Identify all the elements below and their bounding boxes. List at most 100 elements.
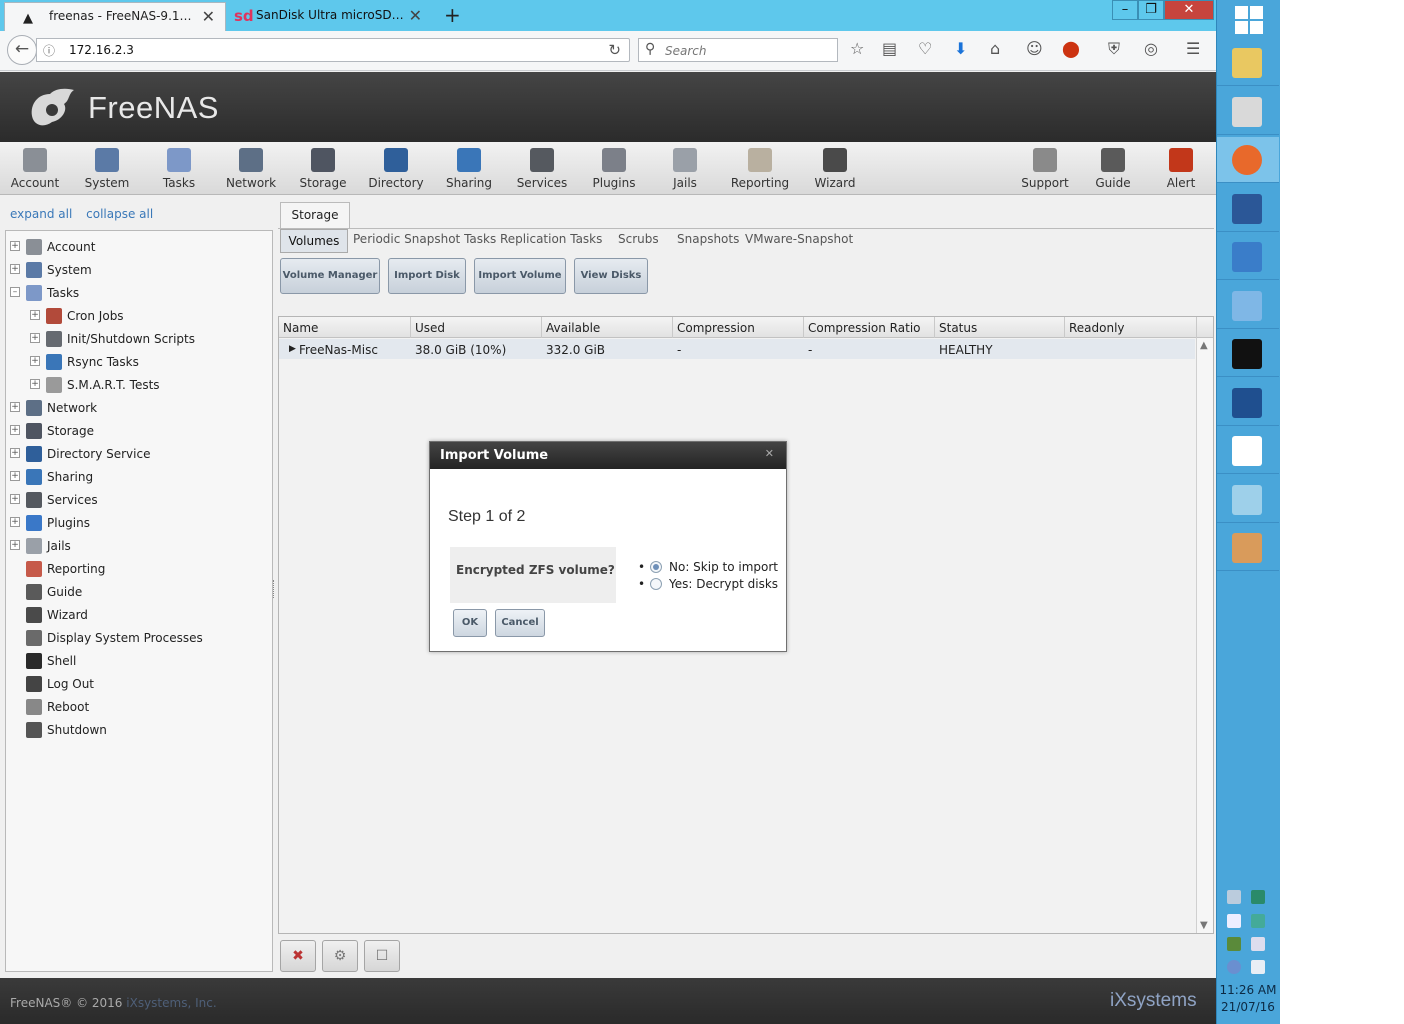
column-status[interactable]: Status [935, 317, 1065, 338]
expand-icon[interactable]: + [30, 310, 40, 320]
expand-icon[interactable]: + [30, 356, 40, 366]
close-tab-icon[interactable]: ✕ [202, 7, 215, 26]
toolbar-sharing-button[interactable]: Sharing [434, 148, 504, 190]
toolbar-services-button[interactable]: Services [507, 148, 577, 190]
tab-sandisk[interactable]: sd SanDisk Ultra microSDHC ... ✕ [228, 2, 432, 31]
taskbar-paint-button[interactable] [1217, 525, 1279, 571]
scrub-volume-icon[interactable]: ⚙ [322, 940, 358, 972]
cancel-button[interactable]: Cancel [495, 609, 545, 637]
column-readonly[interactable]: Readonly [1065, 317, 1197, 338]
radio-yes-decrypt[interactable] [650, 578, 662, 590]
expand-icon[interactable]: + [10, 540, 20, 550]
expand-icon[interactable]: + [10, 517, 20, 527]
panel-splitter[interactable] [273, 580, 276, 598]
expand-icon[interactable]: + [10, 402, 20, 412]
expand-icon[interactable]: + [10, 241, 20, 251]
taskbar-powershell-button[interactable] [1217, 186, 1279, 232]
grid-scrollbar[interactable]: ▲ ▼ [1196, 338, 1213, 933]
toolbar-wizard-button[interactable]: Wizard [800, 148, 870, 190]
toolbar-jails-button[interactable]: Jails [650, 148, 720, 190]
taskbar-hyper-v-button[interactable] [1217, 283, 1279, 329]
import-volume-button[interactable]: Import Volume [474, 258, 566, 294]
taskbar-notepad-button[interactable] [1217, 477, 1279, 523]
toolbar-account-button[interactable]: Account [0, 148, 70, 190]
column-used[interactable]: Used [411, 317, 542, 338]
close-tab-icon[interactable]: ✕ [409, 6, 422, 25]
flag-tray-icon[interactable] [1227, 914, 1241, 928]
column-compression-ratio[interactable]: Compression Ratio [804, 317, 935, 338]
expand-icon[interactable]: + [10, 448, 20, 458]
collapse-icon[interactable]: – [10, 287, 20, 297]
detach-volume-icon[interactable]: ✖ [280, 940, 316, 972]
toolbar-tasks-button[interactable]: Tasks [144, 148, 214, 190]
tab-storage[interactable]: Storage [280, 202, 350, 228]
subtab-vmware-snapshot[interactable]: VMware-Snapshot [745, 232, 853, 246]
volume-status-icon[interactable]: ☐ [364, 940, 400, 972]
table-row[interactable]: ▶ FreeNas-Misc 38.0 GiB (10%) 332.0 GiB … [279, 339, 1195, 359]
windows-start-icon[interactable] [1235, 6, 1263, 34]
nvidia-tray-icon[interactable] [1227, 937, 1241, 951]
expand-icon[interactable]: + [10, 494, 20, 504]
ublock-icon[interactable]: ⛨ [1108, 39, 1120, 59]
site-info-icon[interactable]: ⓘ [43, 42, 55, 59]
taskbar-virtualbox-button[interactable] [1217, 380, 1279, 426]
ok-button[interactable]: OK [453, 609, 487, 637]
display-tray-icon[interactable] [1251, 937, 1265, 951]
subtab-volumes[interactable]: Volumes [280, 229, 348, 253]
taskbar-command-prompt-button[interactable] [1217, 331, 1279, 377]
subtab-snapshots[interactable]: Snapshots [677, 232, 739, 246]
pocket-icon[interactable]: ♡ [918, 39, 932, 58]
expand-icon[interactable]: + [30, 379, 40, 389]
expand-row-icon[interactable]: ▶ [289, 344, 296, 354]
scroll-down-icon[interactable]: ▼ [1200, 920, 1208, 931]
reload-icon[interactable]: ↻ [608, 41, 621, 59]
toolbar-guide-button[interactable]: Guide [1078, 148, 1148, 190]
toolbar-alert-button[interactable]: Alert [1146, 148, 1216, 190]
subtab-scrubs[interactable]: Scrubs [618, 232, 659, 246]
collapse-all-link[interactable]: collapse all [86, 207, 153, 221]
column-available[interactable]: Available [542, 317, 673, 338]
toolbar-plugins-button[interactable]: Plugins [579, 148, 649, 190]
ixsystems-link[interactable]: iXsystems, Inc. [126, 996, 216, 1010]
column-compression[interactable]: Compression [673, 317, 804, 338]
expand-icon[interactable]: + [10, 264, 20, 274]
toolbar-reporting-button[interactable]: Reporting [725, 148, 795, 190]
url-text[interactable]: 172.16.2.3 [69, 43, 134, 57]
toolbar-directory-button[interactable]: Directory [361, 148, 431, 190]
scroll-up-icon[interactable]: ▲ [1200, 340, 1208, 351]
import-disk-button[interactable]: Import Disk [388, 258, 466, 294]
home-icon[interactable]: ⌂ [990, 39, 1000, 58]
toolbar-system-button[interactable]: System [72, 148, 142, 190]
taskbar-clock[interactable]: 11:26 AM 21/07/16 [1217, 982, 1279, 1016]
adblock-icon[interactable]: ⬤ [1062, 39, 1080, 58]
eye-tray-icon[interactable] [1251, 890, 1265, 904]
minimize-button[interactable]: – [1112, 0, 1138, 20]
vpn-tray-icon[interactable] [1227, 960, 1241, 974]
bookmark-star-icon[interactable]: ☆ [850, 39, 864, 58]
tab-freenas[interactable]: ▲ freenas - FreeNAS-9.10-ST... ✕ [4, 2, 226, 31]
extension-icon[interactable]: ◎ [1144, 39, 1158, 58]
taskbar-ids-app-button[interactable] [1217, 428, 1279, 474]
volume-tray-icon[interactable] [1251, 960, 1265, 974]
taskbar-server-manager-button[interactable] [1217, 89, 1279, 135]
taskbar-file-explorer-button[interactable] [1217, 40, 1279, 86]
toolbar-support-button[interactable]: Support [1010, 148, 1080, 190]
column-name[interactable]: Name [279, 317, 411, 338]
url-bar[interactable]: ⓘ 172.16.2.3 ↻ [36, 38, 630, 62]
shield-tray-icon[interactable] [1251, 914, 1265, 928]
expand-icon[interactable]: + [30, 333, 40, 343]
toolbar-network-button[interactable]: Network [216, 148, 286, 190]
hello-icon[interactable]: ☺ [1026, 39, 1043, 58]
expand-icon[interactable]: + [10, 425, 20, 435]
downloads-icon[interactable]: ⬇ [954, 39, 967, 58]
search-input[interactable]: ⚲ Search [638, 38, 838, 62]
new-tab-icon[interactable]: + [444, 3, 461, 27]
view-disks-button[interactable]: View Disks [574, 258, 648, 294]
subtab-periodic-snapshot-tasks[interactable]: Periodic Snapshot Tasks [353, 232, 496, 246]
subtab-replication-tasks[interactable]: Replication Tasks [500, 232, 602, 246]
expand-icon[interactable]: + [10, 471, 20, 481]
radio-no-skip[interactable] [650, 561, 662, 573]
expand-all-link[interactable]: expand all [10, 207, 72, 221]
close-window-button[interactable]: ✕ [1164, 0, 1214, 20]
restore-button[interactable]: ❐ [1138, 0, 1164, 20]
